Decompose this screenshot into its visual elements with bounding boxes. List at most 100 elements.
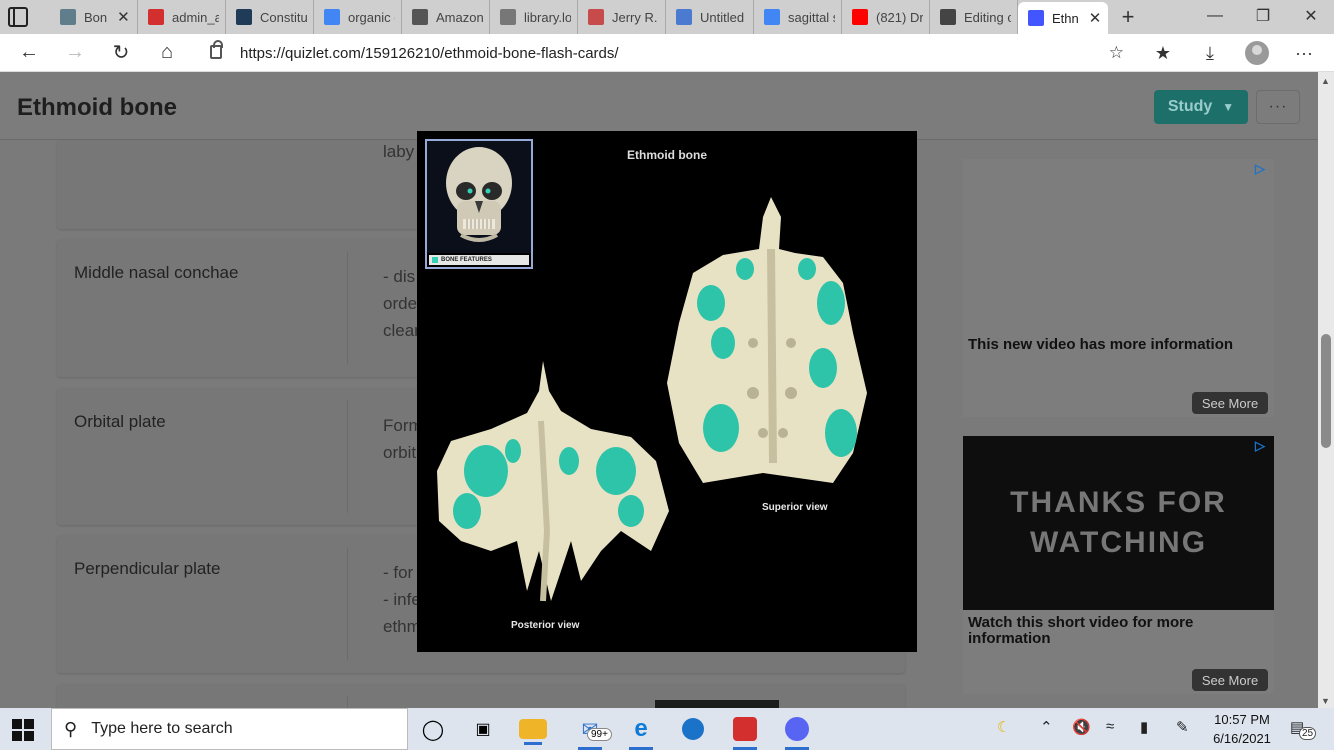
card-term: Middle nasal conchae: [74, 263, 239, 282]
card-divider: [347, 251, 348, 365]
card-definition: laby: [383, 142, 415, 161]
more-options-button[interactable]: ···: [1256, 90, 1300, 124]
skull-illustration: [427, 141, 531, 253]
minimize-button[interactable]: —: [1192, 0, 1238, 32]
tab-label: Editing c: [964, 9, 1011, 25]
term-card: [57, 684, 905, 708]
close-window-button[interactable]: ✕: [1288, 0, 1334, 32]
moon-icon[interactable]: ☾: [997, 718, 1010, 736]
card-image-thumbnail[interactable]: [655, 700, 779, 708]
tab-label: Ethn: [1052, 10, 1079, 26]
ad-text: This new video has more information: [968, 336, 1234, 353]
google-icon: [764, 9, 780, 25]
card-term: Orbital plate: [74, 412, 166, 431]
discord-icon[interactable]: [780, 714, 814, 750]
skull-inset: BONE FEATURES: [425, 139, 533, 269]
tab-3[interactable]: Constitu: [226, 0, 314, 34]
cortana-icon[interactable]: ◯: [416, 714, 450, 744]
see-more-button[interactable]: See More: [1192, 669, 1268, 691]
tab-12[interactable]: Ethn ✕: [1018, 2, 1108, 34]
restore-button[interactable]: ❐: [1240, 0, 1286, 32]
image-title: Ethmoid bone: [627, 148, 707, 162]
card-definition: - dis orde clear: [383, 267, 420, 340]
card-divider: [347, 696, 348, 708]
clock-date: 6/16/2021: [1213, 731, 1271, 746]
tab-actions-icon[interactable]: [8, 7, 28, 27]
back-button[interactable]: ←: [6, 34, 52, 72]
tab-label: (821) Dra: [876, 9, 923, 25]
avatar: [1245, 41, 1269, 65]
tab-6[interactable]: library.lo: [490, 0, 578, 34]
amazon-icon: [412, 9, 428, 25]
app-icon[interactable]: [676, 714, 710, 744]
tab-label: admin_a: [172, 9, 219, 25]
notification-badge: 25: [1299, 727, 1317, 740]
lock-icon[interactable]: [210, 40, 223, 59]
wifi-icon[interactable]: ≈: [1106, 718, 1114, 735]
dark-square-icon: [236, 9, 252, 25]
favorites-icon[interactable]: ★: [1143, 34, 1183, 72]
taskbar-search[interactable]: ⚲ Type here to search: [51, 708, 408, 750]
tab-1[interactable]: Bon ✕: [50, 0, 138, 34]
scrollbar-thumb[interactable]: [1321, 334, 1331, 448]
notification-icon[interactable]: ▤ 25: [1290, 718, 1317, 740]
app-icon: [940, 9, 956, 25]
downloads-icon[interactable]: ⤓: [1190, 34, 1230, 72]
bone-features-label: BONE FEATURES: [429, 255, 529, 265]
refresh-button[interactable]: ↻: [98, 34, 144, 72]
tab-11[interactable]: Editing c: [930, 0, 1018, 34]
system-clock[interactable]: 10:57 PM 6/16/2021: [1204, 710, 1280, 748]
page-title: Ethmoid bone: [17, 94, 177, 121]
tab-5[interactable]: Amazon: [402, 0, 490, 34]
tab-8[interactable]: Untitled: [666, 0, 754, 34]
file-explorer-icon[interactable]: [519, 719, 547, 745]
ad-banner-2[interactable]: THANKS FOR WATCHING ▷ Watch this short v…: [963, 436, 1274, 694]
ad-banner-1[interactable]: ▷ This new video has more information Se…: [963, 159, 1274, 417]
quizlet-icon: [1028, 10, 1044, 26]
grey-square-icon: [60, 9, 76, 25]
close-tab-icon[interactable]: ✕: [117, 8, 130, 26]
scroll-up-icon[interactable]: ▲: [1321, 76, 1330, 86]
url-text[interactable]: https://quizlet.com/159126210/ethmoid-bo…: [240, 45, 619, 62]
tab-10[interactable]: (821) Dra: [842, 0, 930, 34]
task-view-icon[interactable]: ▣: [466, 714, 500, 744]
favorite-add-icon[interactable]: ☆: [1109, 43, 1124, 63]
windows-start-icon[interactable]: [12, 719, 34, 741]
tab-label: Jerry R. M: [612, 9, 659, 25]
tab-4[interactable]: organic c: [314, 0, 402, 34]
image-modal[interactable]: Ethmoid bone BONE FEATURES Superior view…: [417, 131, 917, 652]
adchoices-icon[interactable]: ▷: [1255, 161, 1271, 176]
scrollbar[interactable]: ▲ ▼: [1318, 72, 1334, 708]
card-definition: - for - infe ethm: [383, 563, 421, 636]
study-button[interactable]: Study ▼: [1154, 90, 1248, 124]
search-placeholder: Type here to search: [91, 720, 233, 737]
ad-video-text: THANKS FOR WATCHING: [1010, 486, 1227, 559]
new-tab-button[interactable]: +: [1108, 4, 1148, 30]
chevron-up-icon[interactable]: ⌃: [1040, 718, 1053, 736]
tab-2[interactable]: admin_a: [138, 0, 226, 34]
home-button[interactable]: ⌂: [144, 34, 190, 72]
adchoices-icon[interactable]: ▷: [1255, 438, 1271, 453]
pen-icon[interactable]: ✎: [1176, 718, 1189, 736]
acrobat-icon[interactable]: [728, 714, 762, 750]
chevron-down-icon: ▼: [1222, 100, 1235, 114]
forward-button[interactable]: →: [52, 34, 98, 72]
docs-icon: [676, 9, 692, 25]
ad-video[interactable]: THANKS FOR WATCHING: [963, 436, 1274, 610]
edge-browser-icon[interactable]: e: [624, 714, 658, 750]
close-tab-icon[interactable]: ✕: [1089, 9, 1102, 27]
url-field[interactable]: https://quizlet.com/159126210/ethmoid-bo…: [196, 38, 1134, 68]
study-label: Study: [1167, 98, 1213, 115]
tab-7[interactable]: Jerry R. M: [578, 0, 666, 34]
profile-button[interactable]: [1237, 34, 1277, 72]
posterior-view-label: Posterior view: [511, 620, 580, 631]
page-header: Ethmoid bone Study ▼ ···: [0, 72, 1318, 140]
settings-menu-icon[interactable]: ···: [1284, 34, 1324, 72]
scroll-down-icon[interactable]: ▼: [1321, 696, 1330, 706]
tab-label: sagittal s: [788, 9, 835, 25]
see-more-button[interactable]: See More: [1192, 392, 1268, 414]
volume-muted-icon[interactable]: 🔇: [1072, 718, 1091, 736]
battery-icon[interactable]: ▮: [1140, 718, 1148, 736]
tab-9[interactable]: sagittal s: [754, 0, 842, 34]
mail-icon[interactable]: ✉ 99+: [573, 714, 612, 750]
